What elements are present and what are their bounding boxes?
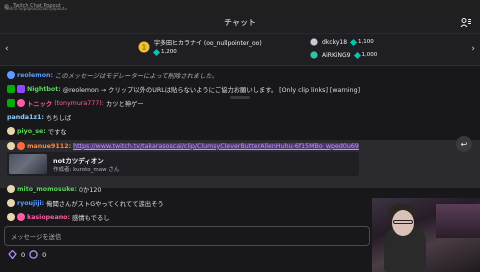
leaderboard-second-points: 1,100 — [358, 39, 374, 45]
third-place-icon — [310, 51, 318, 59]
bits-icon[interactable] — [8, 250, 17, 259]
channel-points-icon[interactable] — [29, 250, 38, 259]
subscriber-badge-icon — [17, 99, 25, 107]
leaderboard-second-name: dkcky18 — [322, 38, 348, 46]
chat-input-placeholder: メッセージを送信 — [11, 233, 62, 241]
chat-header: チャット — [0, 12, 480, 34]
chat-message[interactable]: Nightbot: @reolemon → クリップ以外のURLは貼らないように… — [7, 83, 360, 95]
leaderboard-first[interactable]: 1 宇多田ヒカラナイ (oo_nullpointer_oo) 1,200 — [138, 38, 262, 56]
chevron-right-icon[interactable]: › — [471, 44, 475, 54]
background-shelf — [436, 204, 480, 238]
bits-count: 0 — [21, 250, 26, 259]
leaderboard: ‹ › 1 宇多田ヒカラナイ (oo_nullpointer_oo) 1,200… — [0, 34, 480, 99]
address-bar[interactable]: twitch.tv/popout/chat?popout= — [0, 4, 480, 12]
moderator-badge-icon — [7, 85, 15, 93]
chat-username[interactable]: mito_momosuke: — [17, 186, 77, 193]
badge-icon — [7, 71, 15, 79]
chat-message[interactable]: reolemon: このメッセージはモデレーターによって削除されました。 — [7, 69, 218, 81]
clip-author: 作成者: kuroto_maw さん — [53, 167, 120, 173]
chat-message[interactable]: トニック (tonymura777): カツと神ゲー — [7, 97, 144, 109]
chat-text: このメッセージはモデレーターによって削除されました。 — [55, 72, 219, 80]
moderator-badge-icon — [7, 99, 15, 107]
leaderboard-second[interactable]: dkcky18 1,100 — [310, 38, 374, 46]
chat-message[interactable]: ryoujiji: 俺聞さんがストGやってくれてて涙出そう — [7, 197, 164, 209]
chat-text: @reolemon → クリップ以外のURLは貼らないようにご協力お願いします。… — [62, 86, 361, 94]
chat-message[interactable]: piyo_se: ですな — [7, 125, 67, 137]
chat-footer: 0 0 — [8, 250, 46, 259]
chat-username[interactable]: manue9112: — [27, 143, 71, 150]
chat-text: ちちしば — [45, 114, 72, 122]
svg-text:1: 1 — [142, 43, 146, 51]
chat-username[interactable]: kasiopeano: — [27, 214, 70, 221]
channel-points-count: 0 — [42, 250, 47, 259]
chat-message[interactable]: mito_momosuke: 0か120 — [7, 183, 101, 195]
community-icon[interactable] — [460, 17, 472, 29]
chat-username[interactable]: Nightbot: — [27, 86, 61, 93]
reply-arrow-icon: ↩ — [460, 139, 468, 149]
glasses-icon — [393, 220, 413, 224]
clip-preview-card[interactable]: notカツディオン 作成者: kuroto_maw さん — [7, 152, 359, 176]
subscriber-badge-icon — [7, 142, 15, 150]
leaderboard-third-name: AiRKiNG9 — [322, 51, 351, 59]
channel-points-icon — [349, 38, 358, 46]
cheer-badge-icon — [17, 213, 25, 221]
chat-username[interactable]: トニック — [27, 99, 52, 108]
channel-points-icon — [353, 51, 361, 59]
chat-message[interactable]: panda1z1: ちちしば — [7, 111, 71, 123]
leaderboard-third[interactable]: AiRKiNG9 1,000 — [310, 51, 377, 59]
chat-text: 感情もでるし — [72, 214, 110, 222]
reply-button[interactable]: ↩ — [456, 136, 472, 152]
chat-username[interactable]: reolemon: — [17, 72, 53, 79]
chevron-left-icon[interactable]: ‹ — [5, 44, 9, 54]
webcam-overlay — [372, 198, 480, 272]
subscriber-badge-icon — [7, 127, 15, 135]
bot-badge-icon — [17, 85, 25, 93]
chat-username[interactable]: panda1z1: — [7, 114, 44, 121]
channel-points-icon — [152, 48, 161, 56]
address-text: twitch.tv/popout/chat?popout= — [5, 5, 68, 11]
chat-text: 俺聞さんがストGやってくれてて涙出そう — [46, 200, 164, 208]
leaderboard-third-points: 1,000 — [361, 52, 378, 58]
clip-thumbnail — [9, 154, 47, 174]
chat-username[interactable]: piyo_se: — [17, 128, 46, 135]
leaderboard-first-points: 1,200 — [161, 49, 177, 55]
chat-text: カツと神ゲー — [105, 100, 144, 108]
chat-text: ですな — [47, 128, 67, 136]
second-place-icon — [310, 38, 318, 46]
subscriber-badge-icon — [7, 185, 15, 193]
chat-message-highlighted[interactable]: manue9112: https://www.twitch.tv/takaras… — [7, 140, 359, 152]
clip-title: notカツディオン — [53, 157, 104, 165]
chat-text: 0か120 — [79, 186, 102, 194]
clip-link[interactable]: https://www.twitch.tv/takarasoscal/clip/… — [73, 142, 359, 150]
chat-username[interactable]: ryoujiji: — [17, 200, 44, 207]
chat-title: チャット — [224, 18, 256, 27]
chat-user-handle: (tonymura777): — [54, 99, 104, 107]
subscriber-badge-icon — [7, 199, 15, 207]
subscriber-badge-icon — [7, 213, 15, 221]
leaderboard-first-name: 宇多田ヒカラナイ (oo_nullpointer_oo) — [154, 40, 262, 47]
chat-message[interactable]: kasiopeano: 感情もでるし — [7, 211, 110, 223]
cheer-badge-icon — [17, 142, 25, 150]
first-place-icon: 1 — [138, 41, 150, 52]
chat-input[interactable]: メッセージを送信 — [4, 226, 370, 246]
